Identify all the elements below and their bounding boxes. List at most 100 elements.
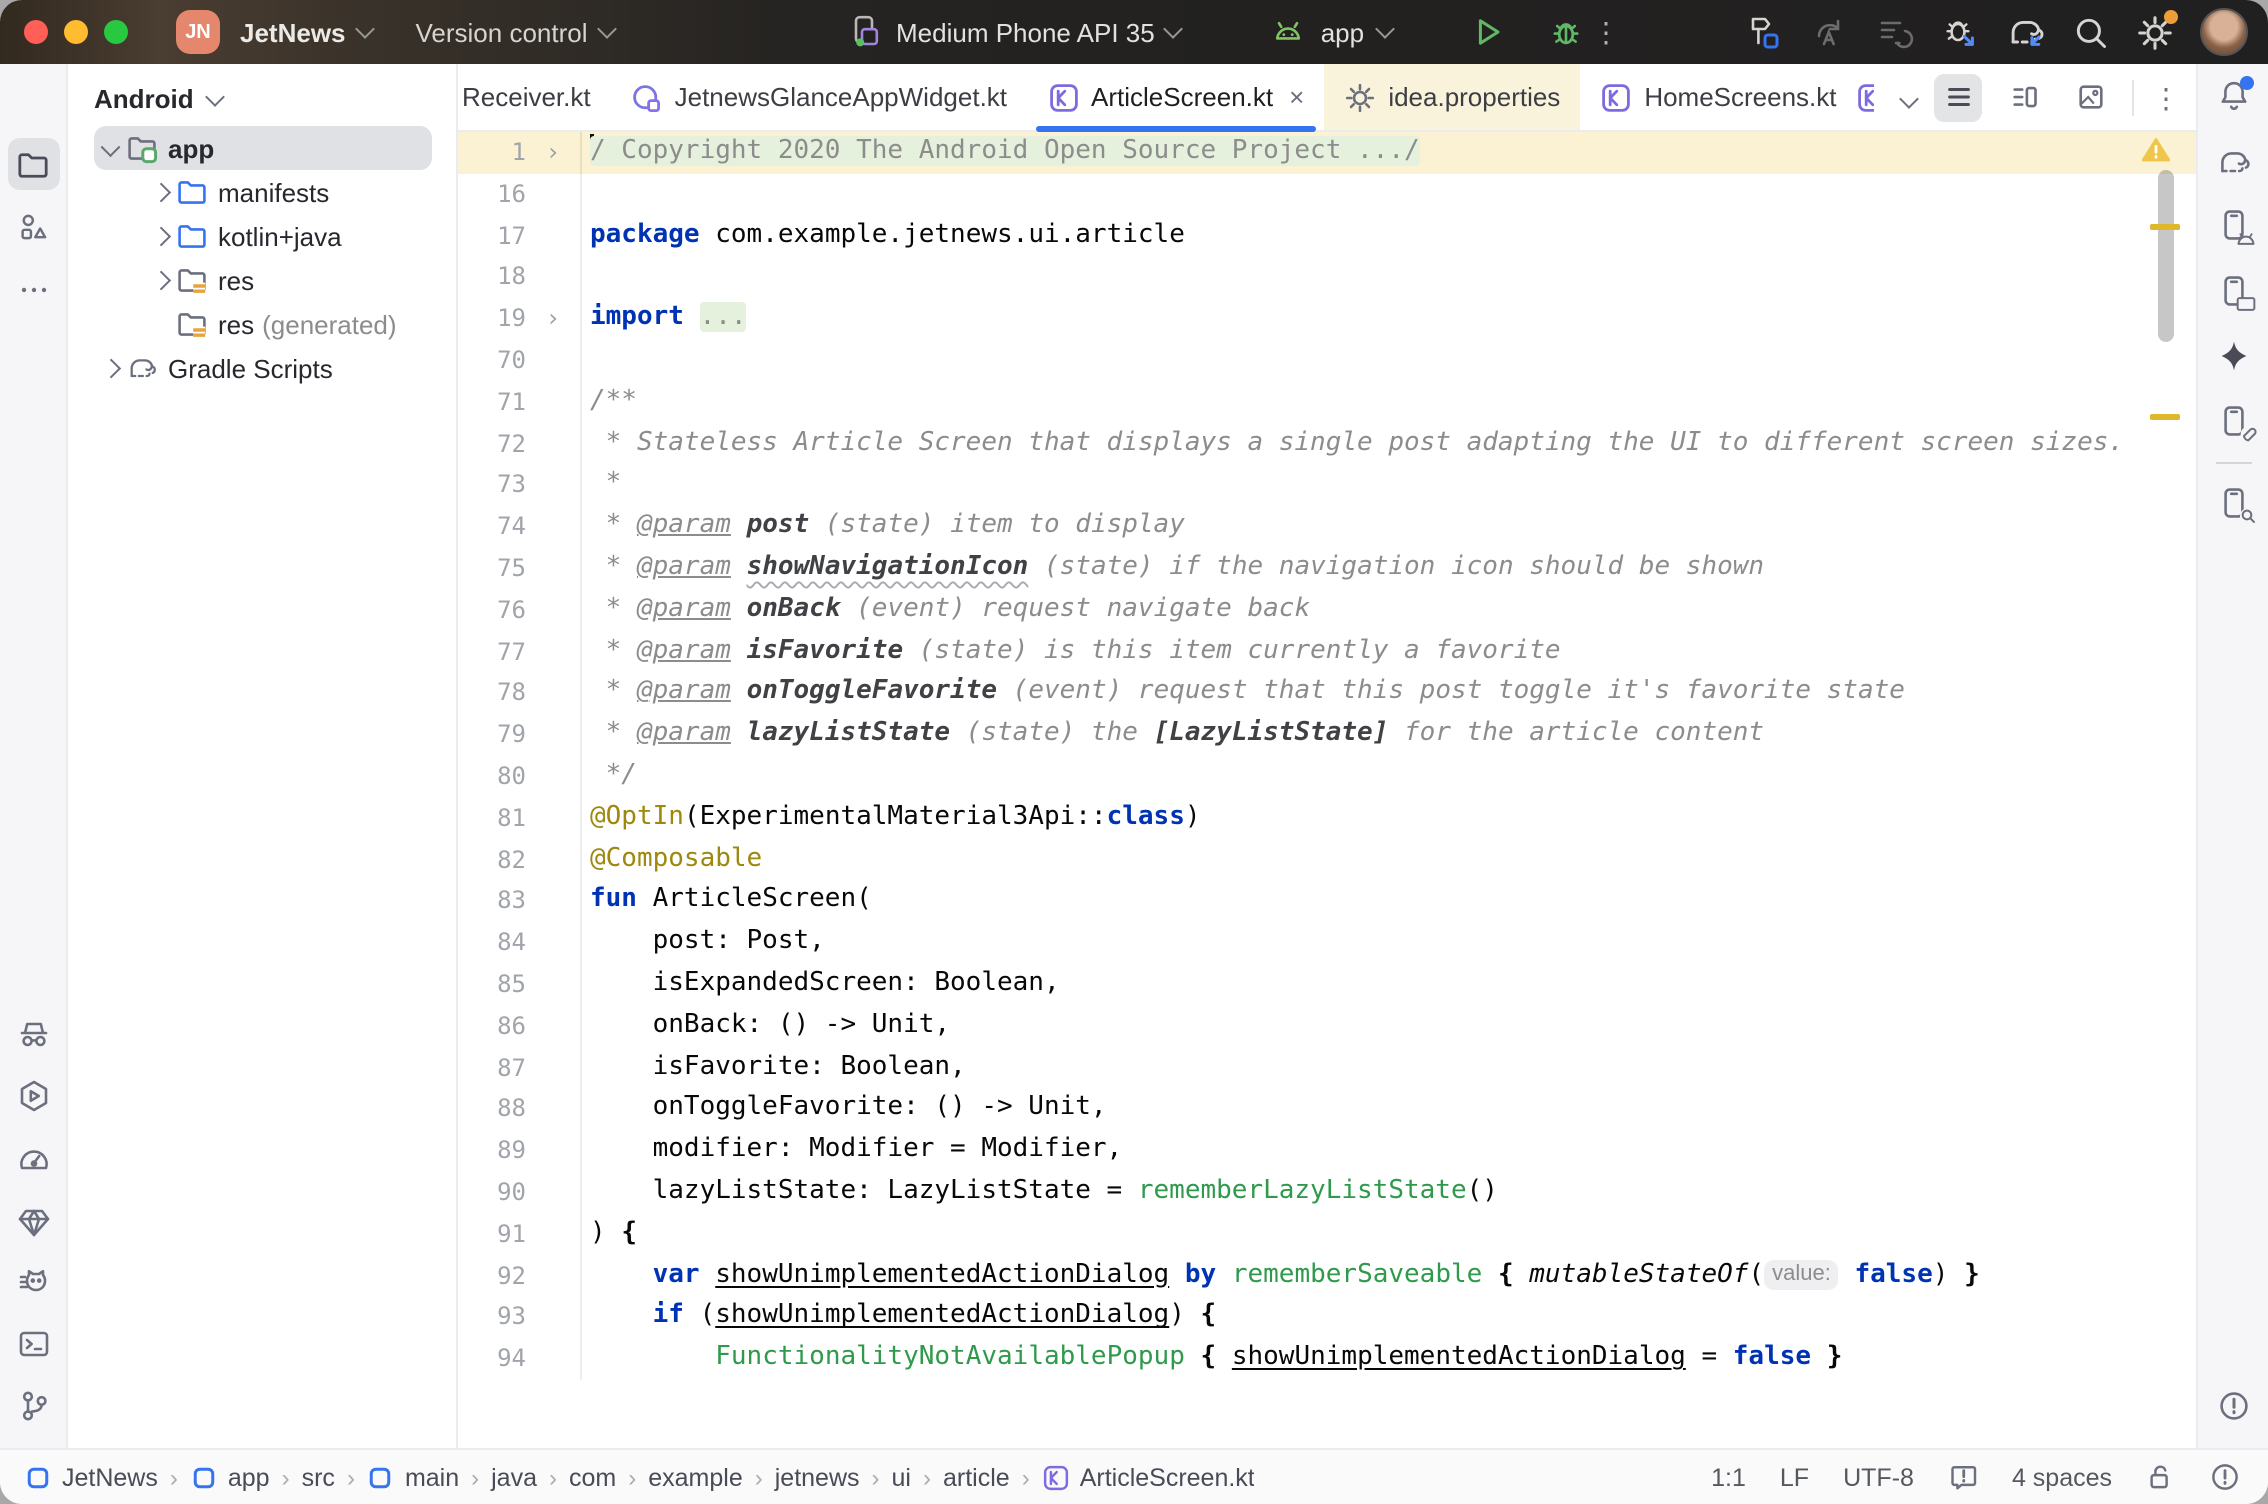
code-line-92[interactable]: 92 var showUnimplementedActionDialog by … — [458, 1255, 2196, 1297]
git-branch-icon[interactable] — [7, 1380, 59, 1432]
tab-idea-properties[interactable]: idea.properties — [1324, 64, 1580, 130]
fold-arrow-icon[interactable]: › — [526, 132, 580, 174]
close-tab-icon[interactable]: × — [1289, 82, 1304, 112]
line-number[interactable]: 94 — [458, 1338, 526, 1380]
services-icon[interactable] — [7, 1070, 59, 1122]
line-number[interactable]: 74 — [458, 506, 526, 548]
line-number[interactable]: 88 — [458, 1089, 526, 1131]
code-line-88[interactable]: 88 onToggleFavorite: () -> Unit, — [458, 1089, 2196, 1131]
tab-homescreens[interactable]: HomeScreens.kt — [1580, 64, 1856, 130]
code-line-17[interactable]: 17package com.example.jetnews.ui.article — [458, 215, 2196, 257]
build-hammer-icon[interactable] — [1742, 12, 1782, 52]
warning-stripe-mark[interactable] — [2150, 414, 2180, 419]
code-line-70[interactable]: 70 — [458, 340, 2196, 382]
code-line-86[interactable]: 86 onBack: () -> Unit, — [458, 1005, 2196, 1047]
gradle-sync-icon[interactable] — [2006, 12, 2046, 52]
line-number[interactable]: 1 — [458, 132, 526, 174]
tab-overflow-clipped[interactable] — [1857, 64, 1875, 130]
gradle-tool-icon[interactable] — [2207, 136, 2259, 188]
code-line-1[interactable]: 1›/ Copyright 2020 The Android Open Sour… — [458, 132, 2196, 174]
line-number[interactable]: 91 — [458, 1213, 526, 1255]
app-quality-insights-gem-icon[interactable] — [7, 1196, 59, 1248]
close-window-button[interactable] — [24, 20, 48, 44]
code-line-85[interactable]: 85 isExpandedScreen: Boolean, — [458, 964, 2196, 1006]
breadcrumb-item[interactable]: JetNews — [24, 1463, 158, 1491]
line-number[interactable]: 85 — [458, 964, 526, 1006]
breadcrumb-item[interactable]: app — [190, 1463, 270, 1491]
line-number[interactable]: 83 — [458, 881, 526, 923]
version-control-menu[interactable]: Version control — [416, 17, 614, 47]
breadcrumb-item[interactable]: article — [943, 1463, 1010, 1491]
code-line-71[interactable]: 71/** — [458, 382, 2196, 424]
line-number[interactable]: 79 — [458, 714, 526, 756]
attach-debugger-icon[interactable] — [1940, 12, 1980, 52]
fold-arrow-icon[interactable]: › — [526, 298, 580, 340]
code-line-87[interactable]: 87 isFavorite: Boolean, — [458, 1047, 2196, 1089]
hidden-tabs-chevron-icon[interactable] — [1899, 89, 1919, 109]
minimize-window-button[interactable] — [64, 20, 88, 44]
indent-setting[interactable]: 4 spaces — [2012, 1463, 2112, 1491]
code-editor[interactable]: 1›/ Copyright 2020 The Android Open Sour… — [458, 132, 2196, 1448]
line-number[interactable]: 78 — [458, 673, 526, 715]
terminal-icon[interactable] — [7, 1318, 59, 1370]
code-line-90[interactable]: 90 lazyListState: LazyListState = rememb… — [458, 1172, 2196, 1214]
tree-item-gradle-scripts[interactable]: Gradle Scripts — [68, 346, 456, 390]
line-number[interactable]: 75 — [458, 548, 526, 590]
line-number[interactable]: 87 — [458, 1047, 526, 1089]
code-line-16[interactable]: 16 — [458, 174, 2196, 216]
code-line-80[interactable]: 80 */ — [458, 756, 2196, 798]
profiler-detective-icon[interactable] — [7, 1008, 59, 1060]
running-devices-icon[interactable] — [2207, 266, 2259, 318]
breadcrumb-item[interactable]: ui — [892, 1463, 911, 1491]
code-line-84[interactable]: 84 post: Post, — [458, 922, 2196, 964]
project-menu[interactable]: JetNews — [240, 17, 372, 47]
editor-view-structure-icon[interactable] — [2000, 73, 2048, 121]
line-number[interactable]: 17 — [458, 215, 526, 257]
tree-item-app[interactable]: app — [68, 126, 456, 170]
tab-receiver[interactable]: Receiver.kt — [458, 64, 611, 130]
breadcrumb-item[interactable]: java — [491, 1463, 537, 1491]
code-line-72[interactable]: 72 * Stateless Article Screen that displ… — [458, 423, 2196, 465]
code-line-75[interactable]: 75 * @param showNavigationIcon (state) i… — [458, 548, 2196, 590]
code-line-83[interactable]: 83fun ArticleScreen( — [458, 881, 2196, 923]
tree-item-res[interactable]: res(generated) — [68, 302, 456, 346]
line-number[interactable]: 80 — [458, 756, 526, 798]
code-line-19[interactable]: 19›import ... — [458, 298, 2196, 340]
tab-articlescreen[interactable]: ArticleScreen.kt × — [1027, 64, 1324, 130]
line-number[interactable]: 84 — [458, 922, 526, 964]
app-inspection-icon[interactable] — [2207, 478, 2259, 530]
code-line-78[interactable]: 78 * @param onToggleFavorite (event) req… — [458, 673, 2196, 715]
code-line-79[interactable]: 79 * @param lazyListState (state) the [L… — [458, 714, 2196, 756]
code-line-73[interactable]: 73 * — [458, 465, 2196, 507]
breadcrumb-item[interactable]: ArticleScreen.kt — [1042, 1463, 1255, 1491]
tab-jetnewsglanceappwidget[interactable]: JetnewsGlanceAppWidget.kt — [611, 64, 1027, 130]
profiler-gauge-icon[interactable] — [7, 1134, 59, 1186]
highlighting-level-icon[interactable] — [1948, 1462, 1978, 1492]
line-number[interactable]: 19 — [458, 298, 526, 340]
line-number[interactable]: 82 — [458, 839, 526, 881]
code-line-76[interactable]: 76 * @param onBack (event) request navig… — [458, 590, 2196, 632]
breadcrumb-item[interactable]: jetnews — [775, 1463, 860, 1491]
breadcrumb-item[interactable]: src — [302, 1463, 335, 1491]
problems-icon[interactable] — [2207, 1380, 2259, 1432]
debug-button[interactable] — [1548, 14, 1584, 50]
code-line-74[interactable]: 74 * @param post (state) item to display — [458, 506, 2196, 548]
line-number[interactable]: 70 — [458, 340, 526, 382]
notifications-bell-icon[interactable] — [2207, 70, 2259, 122]
unlocked-padlock-icon[interactable] — [2146, 1462, 2176, 1492]
caret-position[interactable]: 1:1 — [1711, 1463, 1746, 1491]
settings-gear-icon[interactable] — [2136, 13, 2174, 51]
code-line-81[interactable]: 81@OptIn(ExperimentalMaterial3Api::class… — [458, 798, 2196, 840]
tab-options-kebab-icon[interactable]: ⋮ — [2152, 83, 2180, 111]
line-number[interactable]: 71 — [458, 382, 526, 424]
tree-item-manifests[interactable]: manifests — [68, 170, 456, 214]
device-file-explorer-icon[interactable] — [2207, 396, 2259, 448]
line-number[interactable]: 89 — [458, 1130, 526, 1172]
resource-manager-icon[interactable] — [7, 200, 59, 252]
error-notification-icon[interactable] — [2210, 1462, 2240, 1492]
line-number[interactable]: 93 — [458, 1297, 526, 1339]
code-line-18[interactable]: 18 — [458, 257, 2196, 299]
line-number[interactable]: 16 — [458, 174, 526, 216]
search-everywhere-icon[interactable] — [2072, 13, 2110, 51]
tree-item-res[interactable]: res — [68, 258, 456, 302]
